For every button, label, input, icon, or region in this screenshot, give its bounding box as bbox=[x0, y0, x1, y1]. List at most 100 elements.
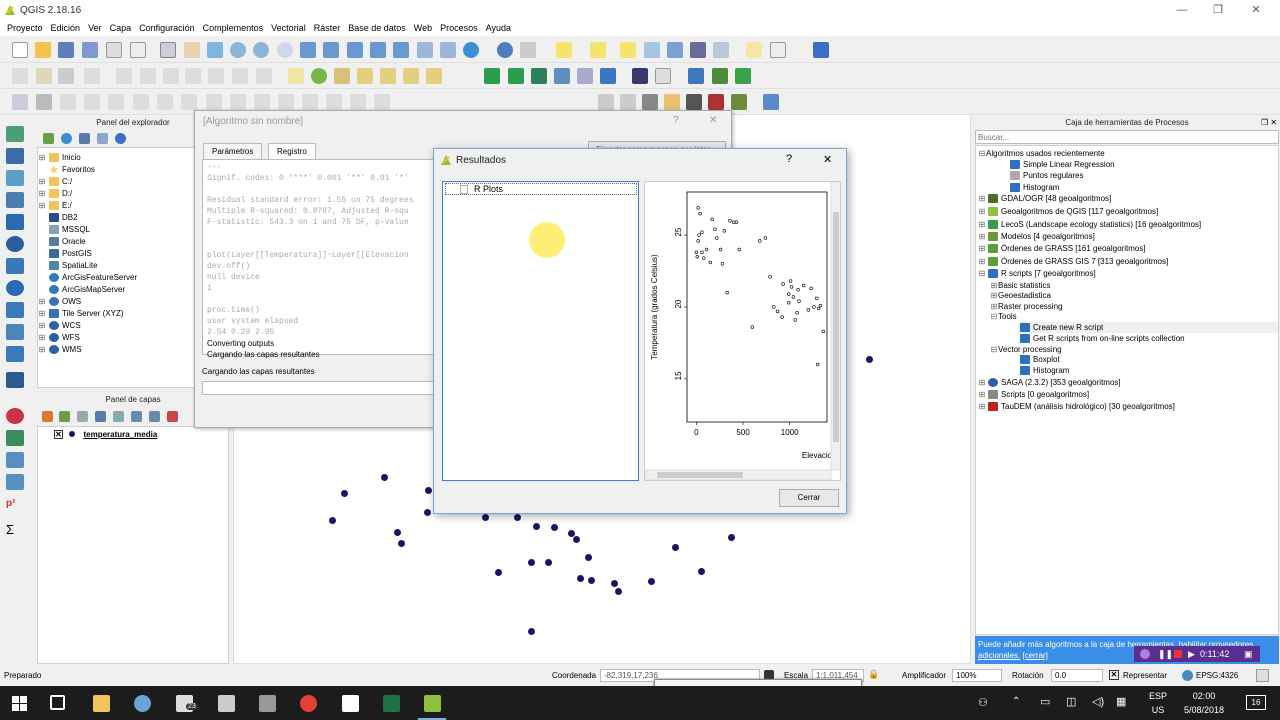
processing-toolbox-icon[interactable] bbox=[712, 68, 728, 84]
close-button[interactable]: ✕ bbox=[1238, 0, 1274, 20]
menu-ayuda[interactable]: Ayuda bbox=[482, 23, 515, 33]
zoom-in-icon[interactable] bbox=[230, 42, 246, 58]
label-icon[interactable] bbox=[288, 68, 304, 84]
explorer-item[interactable]: PostGIS bbox=[38, 248, 92, 260]
toggle-editing-icon[interactable] bbox=[36, 68, 52, 84]
add-wfs-icon[interactable] bbox=[6, 280, 24, 296]
explorer-filter-icon[interactable] bbox=[79, 133, 90, 144]
expand-icon[interactable]: ⊞ bbox=[978, 193, 986, 204]
open-project-icon[interactable] bbox=[35, 42, 51, 58]
add-raster-layer-icon[interactable] bbox=[6, 148, 24, 164]
split-parts-icon[interactable] bbox=[278, 94, 294, 110]
db-manager-icon[interactable] bbox=[554, 68, 570, 84]
add-spatialite-icon[interactable] bbox=[6, 192, 24, 208]
actions-icon[interactable] bbox=[520, 42, 536, 58]
explorer-item[interactable]: ⊞ Tile Server (XYZ) bbox=[38, 308, 124, 320]
processing-item[interactable]: ⊞ Órdenes de GRASS GIS 7 [313 geoalgoritm… bbox=[978, 256, 1168, 267]
expand-icon[interactable]: ⊞ bbox=[978, 389, 986, 400]
notepad-icon[interactable] bbox=[342, 695, 359, 712]
split-features-icon[interactable] bbox=[254, 94, 270, 110]
topology-icon[interactable] bbox=[577, 68, 593, 84]
sum-icon[interactable]: Σ bbox=[6, 522, 24, 538]
layer-checkbox[interactable]: ✕ bbox=[54, 430, 63, 439]
processing-item[interactable]: ⊟ R scripts [7 geoalgoritmos] bbox=[978, 268, 1096, 279]
new-map-view-icon[interactable] bbox=[417, 42, 433, 58]
processing-item[interactable]: ⊟Tools bbox=[990, 311, 1017, 322]
processing-item[interactable]: Simple Linear Regression bbox=[1008, 159, 1115, 170]
zoom-last-icon[interactable] bbox=[370, 42, 386, 58]
processing-item[interactable]: Histogram bbox=[1018, 365, 1069, 376]
simplify-icon[interactable] bbox=[60, 94, 76, 110]
bookmarks-icon[interactable] bbox=[440, 42, 456, 58]
pan-icon[interactable] bbox=[184, 42, 200, 58]
save-edits-icon[interactable] bbox=[58, 68, 74, 84]
processing-item[interactable]: Boxplot bbox=[1018, 354, 1060, 365]
processing-item[interactable]: Get R scripts from on-line scripts colle… bbox=[1018, 333, 1185, 344]
rotate-label-icon[interactable] bbox=[403, 68, 419, 84]
zoom-layer-icon[interactable] bbox=[347, 42, 363, 58]
dimension-icon[interactable] bbox=[686, 94, 702, 110]
messages-icon[interactable] bbox=[1256, 669, 1269, 682]
move-feature-icon[interactable] bbox=[116, 68, 132, 84]
processing-item[interactable]: ⊟Algoritmos usados recientemente bbox=[978, 148, 1105, 159]
save-as-icon[interactable] bbox=[82, 42, 98, 58]
rotate-symbols-icon[interactable] bbox=[350, 94, 366, 110]
processing-item[interactable]: ⊞ Órdenes de GRASS [161 geoalgoritmos] bbox=[978, 243, 1146, 254]
battery-icon[interactable]: ▭ bbox=[1040, 695, 1050, 708]
select-features-icon[interactable] bbox=[556, 42, 572, 58]
processing-item[interactable]: ⊞ LecoS (Landscape ecology statistics) [1… bbox=[978, 219, 1201, 230]
remove-layer-icon[interactable] bbox=[167, 411, 178, 422]
processing-item[interactable]: ⊞ TauDEM (análisis hidrológico) [30 geoal… bbox=[978, 401, 1175, 412]
plugin-icon[interactable] bbox=[731, 94, 747, 110]
menu-procesos[interactable]: Procesos bbox=[436, 23, 482, 33]
raster-tools-icon[interactable] bbox=[531, 68, 547, 84]
composer-manager-icon[interactable] bbox=[130, 42, 146, 58]
minimize-button[interactable]: — bbox=[1164, 0, 1200, 20]
gps-tools-icon[interactable] bbox=[508, 68, 524, 84]
explorer-item[interactable]: ⊞ WCS bbox=[38, 320, 81, 332]
add-virtual-layer-icon[interactable] bbox=[6, 430, 24, 446]
explorer-item[interactable]: ArcGisMapServer bbox=[38, 284, 125, 296]
chrome-icon[interactable] bbox=[300, 695, 317, 712]
file-explorer-icon[interactable] bbox=[93, 695, 110, 712]
show-hide-labels-icon[interactable] bbox=[357, 68, 373, 84]
csw-icon[interactable] bbox=[655, 68, 671, 84]
volume-icon[interactable]: ◁) bbox=[1092, 695, 1104, 708]
pin-labels-icon[interactable] bbox=[334, 68, 350, 84]
expand-icon[interactable]: ⊞ bbox=[38, 308, 46, 320]
properties-icon[interactable] bbox=[115, 133, 126, 144]
menu-base-de-datos[interactable]: Base de datos bbox=[344, 23, 410, 33]
recorder-menu-icon[interactable]: ▣ bbox=[1244, 646, 1253, 662]
play-icon[interactable]: ▶ bbox=[1188, 646, 1195, 662]
pause-icon[interactable]: ❚❚ bbox=[1158, 646, 1173, 662]
r-plots-item[interactable]: R Plots bbox=[445, 183, 637, 195]
results-help-button[interactable]: ? bbox=[786, 153, 792, 165]
menu-edicion[interactable]: Edición bbox=[47, 23, 85, 33]
close-notice-link[interactable]: [cerrar] bbox=[1022, 651, 1047, 660]
new-spatialite-icon[interactable] bbox=[6, 346, 24, 362]
expand-icon[interactable]: ⊞ bbox=[38, 200, 46, 212]
menu-web[interactable]: Web bbox=[410, 23, 436, 33]
hand-tool-icon[interactable] bbox=[664, 94, 680, 110]
add-feature-icon[interactable] bbox=[84, 68, 100, 84]
explorer-item[interactable]: ArcGisFeatureServer bbox=[38, 272, 137, 284]
zoom-native-icon[interactable] bbox=[277, 42, 293, 58]
menu-capa[interactable]: Capa bbox=[106, 23, 136, 33]
add-xyz-icon[interactable] bbox=[6, 474, 24, 490]
fill-ring-icon[interactable] bbox=[133, 94, 149, 110]
dem-tools-icon[interactable] bbox=[632, 68, 648, 84]
collapse-layers-icon[interactable] bbox=[149, 411, 160, 422]
offset-curve-icon[interactable] bbox=[230, 94, 246, 110]
people-icon[interactable]: ⚇ bbox=[978, 696, 988, 709]
layers-filter-icon[interactable] bbox=[95, 411, 106, 422]
add-geonode-icon[interactable] bbox=[6, 452, 24, 468]
explorer-item[interactable]: ⊞ WFS bbox=[38, 332, 80, 344]
visibility-icon[interactable] bbox=[77, 411, 88, 422]
statistics-icon[interactable] bbox=[690, 42, 706, 58]
zoom-full-icon[interactable] bbox=[300, 42, 316, 58]
offset-point-icon[interactable] bbox=[374, 94, 390, 110]
processing-search-input[interactable] bbox=[975, 130, 1279, 144]
lock-scale-icon[interactable]: 🔒 bbox=[868, 669, 879, 680]
explorer-item[interactable]: ⊞ OWS bbox=[38, 296, 81, 308]
add-vector-layer-icon[interactable] bbox=[6, 126, 24, 142]
